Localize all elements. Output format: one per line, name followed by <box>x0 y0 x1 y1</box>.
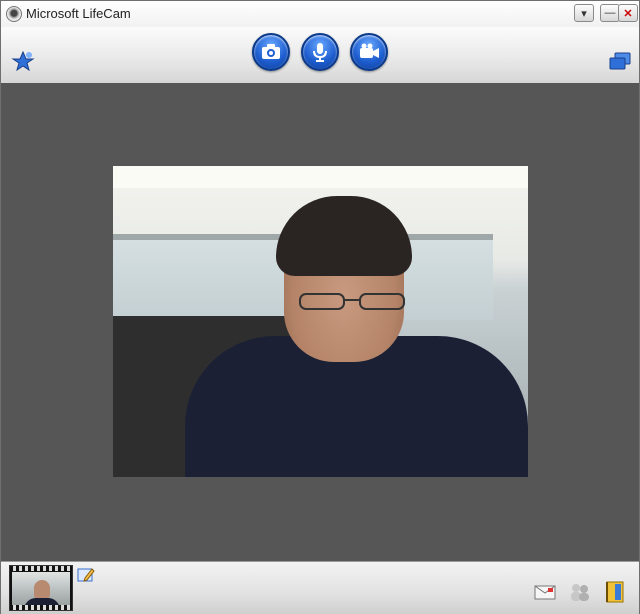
people-icon[interactable] <box>568 580 592 604</box>
film-strip-top <box>10 566 72 571</box>
audio-button[interactable] <box>301 33 339 71</box>
camera-viewport <box>1 83 639 561</box>
pin-star-icon[interactable] <box>11 51 35 71</box>
microphone-icon <box>313 43 327 62</box>
windows-icon[interactable] <box>608 51 632 71</box>
close-icon: ✕ <box>623 7 633 20</box>
live-video-feed <box>113 166 528 477</box>
chevron-down-icon: ▾ <box>581 7 587 20</box>
minimize-icon: — <box>604 7 616 19</box>
edit-pencil-icon[interactable] <box>77 566 95 584</box>
take-photo-button[interactable] <box>252 33 290 71</box>
lifecam-window: Microsoft LifeCam ▾ — ✕ <box>0 0 640 614</box>
person-hair <box>276 196 412 276</box>
mail-icon[interactable] <box>533 580 557 604</box>
toolbar <box>1 27 639 84</box>
glasses <box>299 293 405 310</box>
title-bar: Microsoft LifeCam ▾ — ✕ <box>1 1 639 27</box>
close-button[interactable]: ✕ <box>618 4 638 22</box>
capture-thumbnail[interactable] <box>9 565 73 611</box>
album-icon[interactable] <box>603 580 627 604</box>
menu-dropdown-button[interactable]: ▾ <box>574 4 594 22</box>
ceiling <box>113 166 528 188</box>
record-video-button[interactable] <box>350 33 388 71</box>
minimize-button[interactable]: — <box>600 4 620 22</box>
video-camera-icon <box>360 43 379 58</box>
webcam-icon <box>6 6 22 22</box>
camera-icon <box>262 44 280 59</box>
bottom-bar <box>1 561 639 614</box>
film-strip-bottom <box>10 605 72 610</box>
window-title: Microsoft LifeCam <box>26 6 131 21</box>
thumbnail-image <box>12 572 70 610</box>
